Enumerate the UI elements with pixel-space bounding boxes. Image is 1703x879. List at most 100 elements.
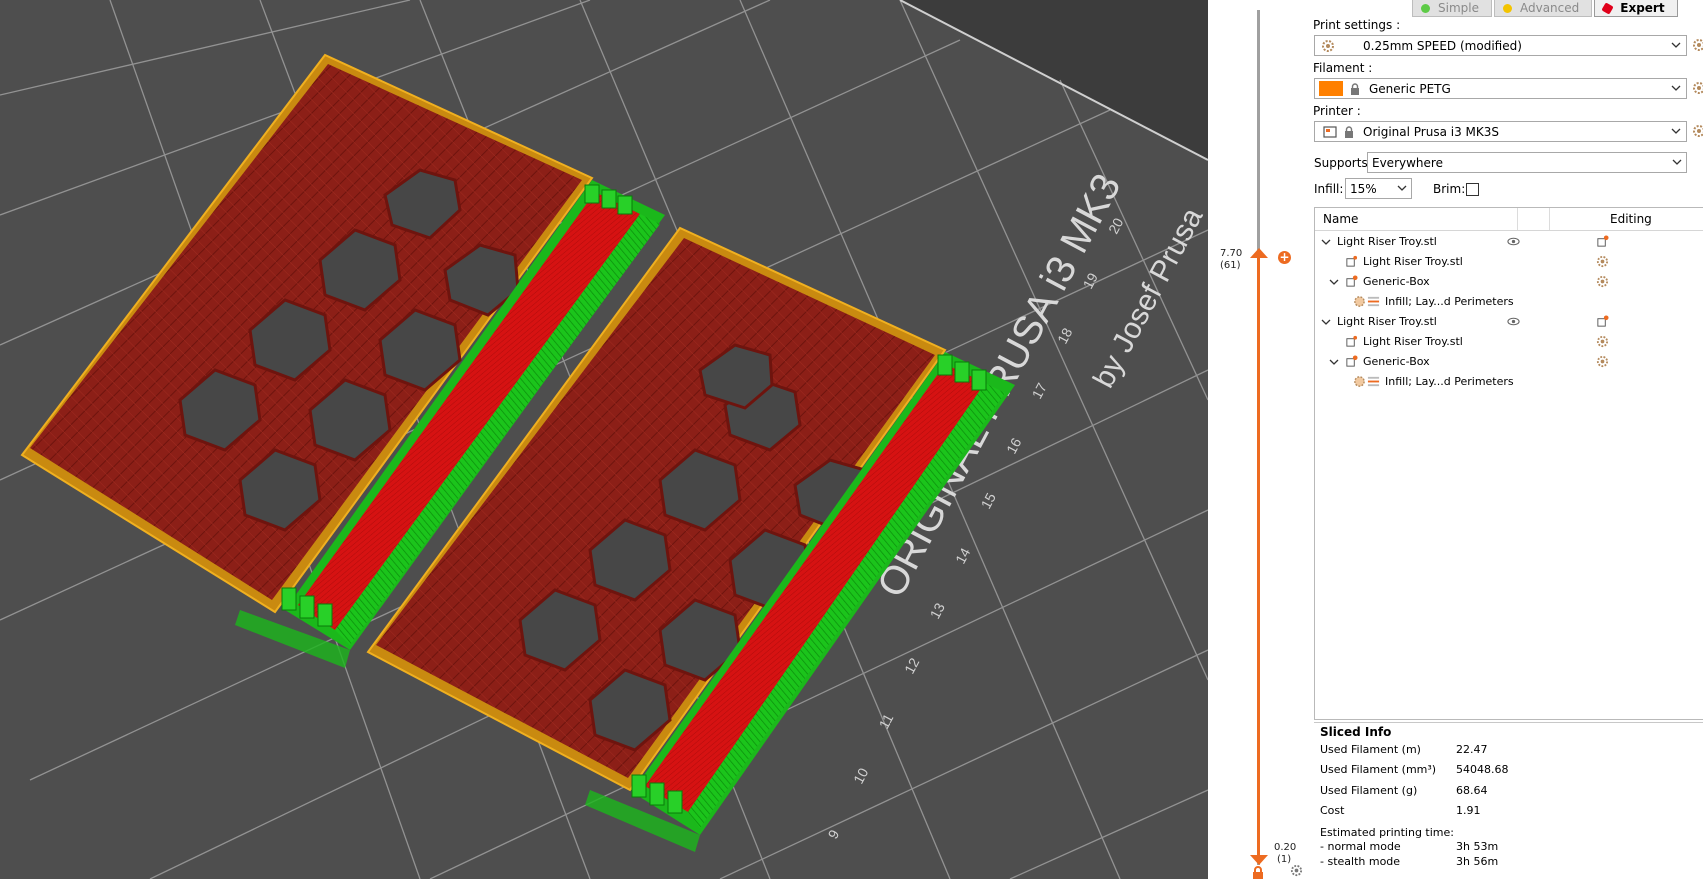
sliced-info-box: Sliced Info Used Filament (m) 22.47 Used… <box>1314 722 1703 879</box>
upper-thumb[interactable] <box>1250 248 1268 258</box>
info-value: 3h 53m <box>1456 840 1499 853</box>
cog-icon[interactable] <box>1596 355 1609 368</box>
print-settings-combo[interactable]: 0.25mm SPEED (modified) <box>1314 35 1687 56</box>
lock-icon <box>1351 82 1359 95</box>
expert-hexagon-icon <box>1601 1 1614 15</box>
filament-combo[interactable]: Generic PETG <box>1314 78 1687 99</box>
infill-value: 15% <box>1350 181 1377 196</box>
list-item-settings[interactable]: Infill; Lay...d Perimeters <box>1315 292 1703 312</box>
lower-thumb[interactable] <box>1250 855 1268 865</box>
brim-label: Brim: <box>1433 182 1466 196</box>
filament-label: Filament : <box>1313 61 1373 75</box>
chevron-down-icon[interactable] <box>1321 317 1331 327</box>
printer-value: Original Prusa i3 MK3S <box>1363 124 1500 139</box>
info-value: 22.47 <box>1456 743 1488 756</box>
supports-combo[interactable]: Everywhere <box>1367 152 1687 173</box>
print-settings-label: Print settings : <box>1313 18 1401 32</box>
printer-combo[interactable]: Original Prusa i3 MK3S <box>1314 121 1687 142</box>
cog-icon[interactable] <box>1596 335 1609 348</box>
3d-viewport[interactable]: ORIGINAL PRUSA i3 MK3 by Josef Prusa 9 10… <box>0 0 1208 879</box>
supports-value: Everywhere <box>1372 155 1443 170</box>
object-label: Light Riser Troy.stl <box>1337 235 1437 248</box>
advanced-dot-icon <box>1502 3 1512 13</box>
chevron-down-icon[interactable] <box>1329 357 1339 367</box>
list-item-object[interactable]: Light Riser Troy.stl <box>1315 312 1703 332</box>
printer-label: Printer : <box>1313 104 1361 118</box>
info-key: Used Filament (g) <box>1320 784 1418 797</box>
part-icon <box>1346 255 1358 267</box>
cog-icon[interactable] <box>1596 255 1609 268</box>
settings-label: Infill; Lay...d Perimeters <box>1385 375 1514 388</box>
list-item-modifier[interactable]: Generic-Box <box>1315 272 1703 292</box>
object-list[interactable]: Name Editing Light Riser Troy.stl Light … <box>1314 207 1703 720</box>
tab-expert-label: Expert <box>1620 1 1665 15</box>
infill-settings-icon <box>1354 376 1365 387</box>
column-name-header[interactable]: Name <box>1323 212 1358 226</box>
eye-icon[interactable] <box>1507 235 1520 248</box>
brim-checkbox[interactable] <box>1466 183 1479 196</box>
layers-icon <box>1367 296 1380 307</box>
settings-label: Infill; Lay...d Perimeters <box>1385 295 1514 308</box>
chevron-down-icon[interactable] <box>1329 277 1339 287</box>
add-part-icon[interactable] <box>1596 235 1609 248</box>
filament-color-swatch[interactable] <box>1319 81 1343 96</box>
info-key: Used Filament (m) <box>1320 743 1421 756</box>
info-key: - normal mode <box>1320 840 1401 853</box>
add-color-change-icon[interactable]: + <box>1278 251 1291 264</box>
tab-advanced-label: Advanced <box>1519 1 1580 15</box>
modifier-label: Generic-Box <box>1363 275 1430 288</box>
object-list-header: Name Editing <box>1315 208 1703 231</box>
column-editing-header[interactable]: Editing <box>1610 212 1652 226</box>
edit-print-settings-cog-icon[interactable] <box>1692 38 1703 52</box>
top-layer-height: 7.70 <box>1220 248 1243 259</box>
printer-icon <box>1323 125 1337 138</box>
infill-settings-icon <box>1354 296 1365 307</box>
chevron-down-icon[interactable] <box>1321 237 1331 247</box>
tab-advanced[interactable]: Advanced <box>1493 0 1593 17</box>
bottom-layer-height: 0.20 <box>1274 842 1297 853</box>
chevron-down-icon <box>1397 185 1407 191</box>
tab-expert[interactable]: Expert <box>1594 0 1678 17</box>
layer-slider[interactable]: 7.70 (61) + 0.20 (1) <box>1208 0 1310 879</box>
lock-icon[interactable] <box>1251 866 1265 879</box>
list-item-object[interactable]: Light Riser Troy.stl <box>1315 232 1703 252</box>
layers-icon <box>1367 376 1380 387</box>
part-icon <box>1346 335 1358 347</box>
supports-label: Supports: <box>1314 156 1372 170</box>
add-part-icon[interactable] <box>1596 315 1609 328</box>
list-item-settings[interactable]: Infill; Lay...d Perimeters <box>1315 372 1703 392</box>
print-settings-value: 0.25mm SPEED (modified) <box>1363 38 1522 53</box>
object-label: Light Riser Troy.stl <box>1337 315 1437 328</box>
list-item-part[interactable]: Light Riser Troy.stl <box>1315 332 1703 352</box>
part-label: Light Riser Troy.stl <box>1363 255 1463 268</box>
infill-label: Infill: <box>1314 182 1344 196</box>
chevron-down-icon <box>1671 42 1681 48</box>
slider-settings-cog-icon[interactable] <box>1290 864 1303 877</box>
info-key: Used Filament (mm³) <box>1320 763 1437 776</box>
sidebar-panel: Simple Advanced Expert Print settings : … <box>1310 0 1703 879</box>
info-key: Cost <box>1320 804 1345 817</box>
list-item-modifier[interactable]: Generic-Box <box>1315 352 1703 372</box>
modifier-label: Generic-Box <box>1363 355 1430 368</box>
info-key: Estimated printing time: <box>1320 826 1454 839</box>
infill-combo[interactable]: 15% <box>1345 178 1412 199</box>
edit-printer-cog-icon[interactable] <box>1692 124 1703 138</box>
eye-icon[interactable] <box>1507 315 1520 328</box>
print-settings-cog-icon <box>1322 39 1334 52</box>
info-value: 3h 56m <box>1456 855 1499 868</box>
cog-icon[interactable] <box>1596 275 1609 288</box>
info-value: 54048.68 <box>1456 763 1509 776</box>
chevron-down-icon <box>1671 85 1681 91</box>
edit-filament-cog-icon[interactable] <box>1692 81 1703 95</box>
info-value: 68.64 <box>1456 784 1488 797</box>
modifier-icon <box>1346 275 1358 287</box>
list-item-part[interactable]: Light Riser Troy.stl <box>1315 252 1703 272</box>
lock-icon <box>1345 125 1353 138</box>
chevron-down-icon <box>1671 128 1681 134</box>
simple-dot-icon <box>1421 3 1430 13</box>
info-key: - stealth mode <box>1320 855 1401 868</box>
print-preview-scene[interactable]: ORIGINAL PRUSA i3 MK3 by Josef Prusa 910… <box>0 0 1208 879</box>
modifier-icon <box>1346 355 1358 367</box>
sliced-info-title: Sliced Info <box>1320 725 1392 739</box>
tab-simple[interactable]: Simple <box>1412 0 1492 17</box>
